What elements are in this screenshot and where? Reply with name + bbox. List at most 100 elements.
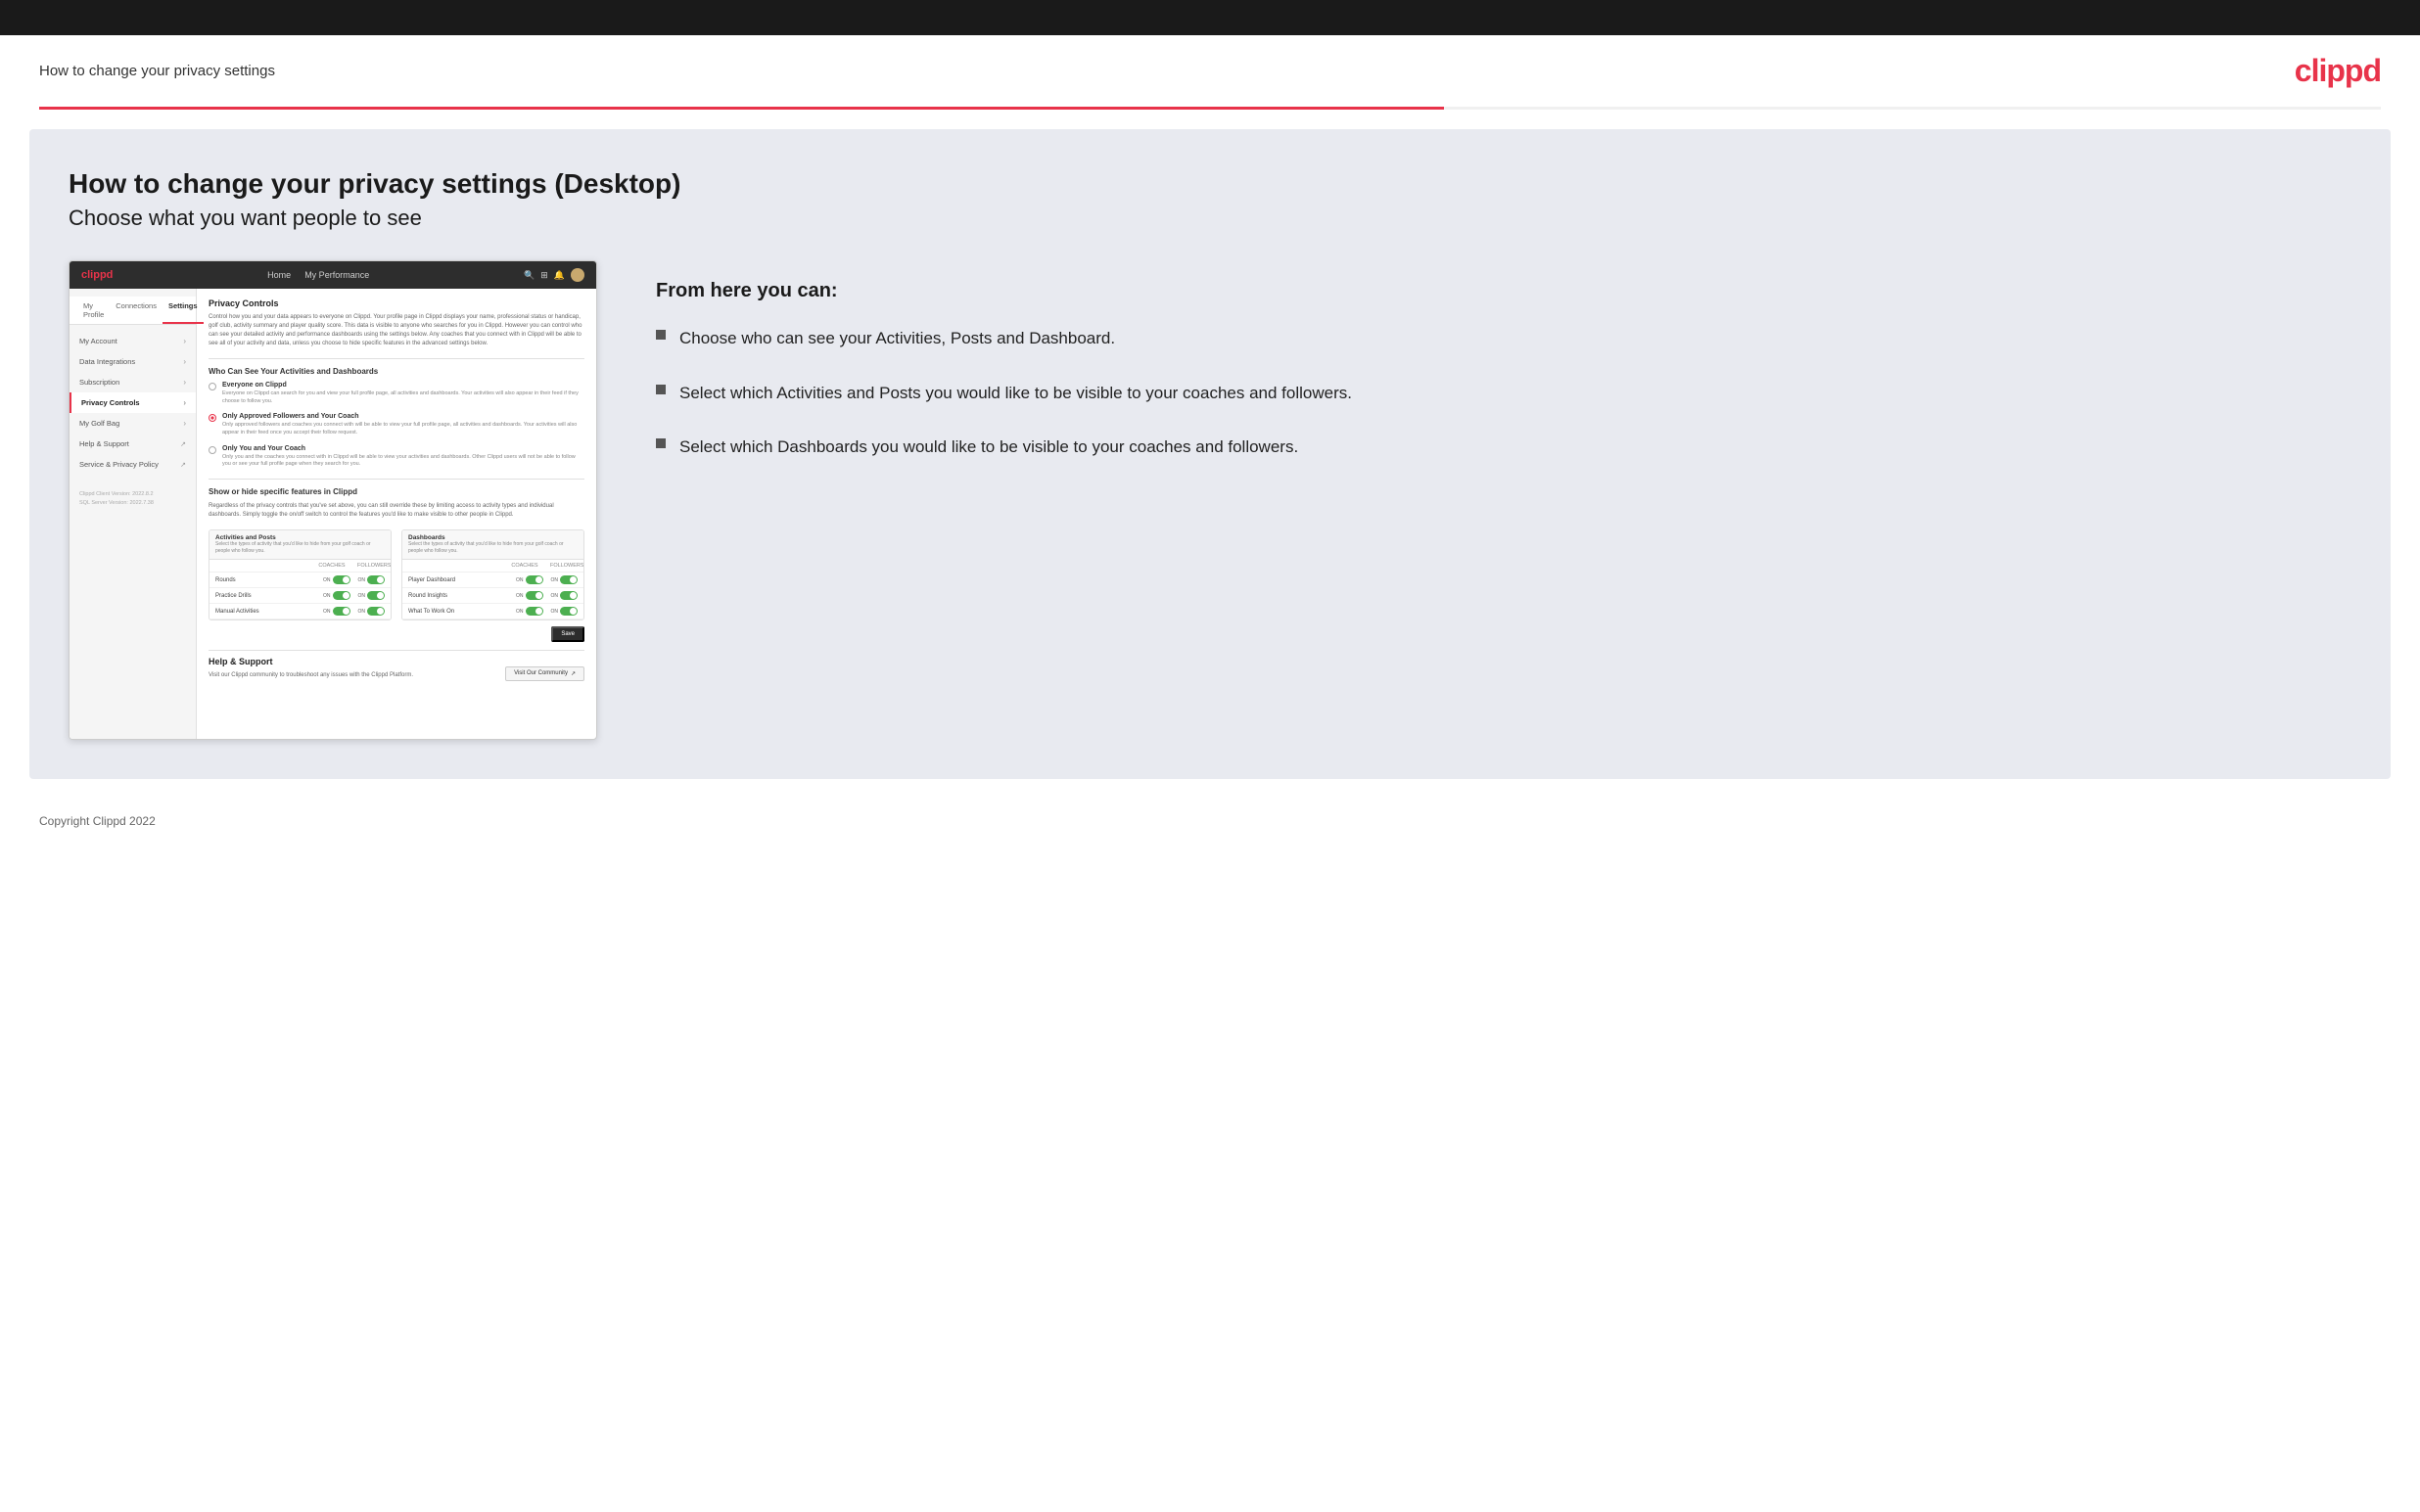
bullet-item-2: Select which Activities and Posts you wo… [656,381,2351,406]
header: How to change your privacy settings clip… [0,35,2420,107]
toggle-manual-followers[interactable] [367,607,385,616]
show-hide-title: Show or hide specific features in Clippd [209,487,584,496]
mockup-nav-icons: 🔍 ⊞ 🔔 [524,268,584,282]
bullet-item-3: Select which Dashboards you would like t… [656,435,2351,460]
dashboards-col-headers: COACHES FOLLOWERS [402,560,583,573]
mockup-logo: clippd [81,269,113,281]
mockup-sidebar: My Profile Connections Settings My Accou… [70,289,197,739]
radio-button-selected[interactable] [209,414,216,422]
mockup-main-panel: Privacy Controls Control how you and you… [197,289,596,739]
sidebar-item-privacy-controls[interactable]: Privacy Controls › [70,392,196,413]
radio-everyone[interactable]: Everyone on Clippd Everyone on Clippd ca… [209,382,584,405]
section-description: Control how you and your data appears to… [209,313,584,348]
header-title: How to change your privacy settings [39,63,275,79]
version-info: Clippd Client Version: 2022.8.2SQL Serve… [70,484,196,514]
toggle-row-manual: Manual Activities ON ON [209,604,391,619]
external-link-icon: ↗ [180,440,186,448]
bullet-square [656,330,666,340]
bullet-square [656,438,666,448]
mockup-tab-bar: My Profile Connections Settings [70,297,196,325]
visit-community-button[interactable]: Visit Our Community ↗ [505,666,584,681]
activities-table: Activities and Posts Select the types of… [209,529,392,620]
page-heading: How to change your privacy settings (Des… [69,168,2351,231]
radio-group: Everyone on Clippd Everyone on Clippd ca… [209,382,584,469]
chevron-icon: › [183,398,186,407]
toggle-row-rounds: Rounds ON ON [209,573,391,588]
app-mockup: clippd Home My Performance 🔍 ⊞ 🔔 [69,260,597,740]
mockup-nav-home[interactable]: Home [267,270,291,280]
header-divider [39,107,2381,110]
help-desc: Visit our Clippd community to troublesho… [209,671,413,680]
toggle-row-player-dashboard: Player Dashboard ON ON [402,573,583,588]
mockup-nav-performance[interactable]: My Performance [304,270,369,280]
bell-icon[interactable]: 🔔 [554,270,565,281]
toggle-manual-coaches[interactable] [333,607,350,616]
toggle-player-followers[interactable] [560,575,578,584]
who-can-see-title: Who Can See Your Activities and Dashboar… [209,367,584,376]
bullet-item-1: Choose who can see your Activities, Post… [656,326,2351,351]
right-panel: From here you can: Choose who can see yo… [636,260,2351,460]
top-bar [0,0,2420,35]
dashboards-header: Dashboards Select the types of activity … [402,530,583,560]
toggle-tables: Activities and Posts Select the types of… [209,529,584,620]
chevron-icon: › [183,357,186,366]
toggle-drills-coaches[interactable] [333,591,350,600]
sidebar-item-service-privacy[interactable]: Service & Privacy Policy ↗ [70,454,196,475]
sidebar-item-help-support[interactable]: Help & Support ↗ [70,434,196,454]
activities-col-headers: COACHES FOLLOWERS [209,560,391,573]
bullet-list: Choose who can see your Activities, Post… [656,326,2351,460]
footer: Copyright Clippd 2022 [0,799,2420,844]
grid-icon[interactable]: ⊞ [540,270,548,281]
save-row: Save [209,620,584,646]
tab-connections[interactable]: Connections [110,297,163,324]
chevron-icon: › [183,378,186,387]
activities-header: Activities and Posts Select the types of… [209,530,391,560]
toggle-work-followers[interactable] [560,607,578,616]
search-icon[interactable]: 🔍 [524,270,535,281]
external-link-icon: ↗ [571,670,576,677]
toggle-work-coaches[interactable] [526,607,543,616]
tab-my-profile[interactable]: My Profile [77,297,110,324]
chevron-icon: › [183,337,186,345]
main-content: How to change your privacy settings (Des… [29,129,2391,779]
sidebar-item-data-integrations[interactable]: Data Integrations › [70,351,196,372]
show-hide-description: Regardless of the privacy controls that … [209,502,584,520]
divider [209,358,584,359]
dashboards-table: Dashboards Select the types of activity … [401,529,584,620]
bullet-text-2: Select which Activities and Posts you wo… [679,381,1352,406]
radio-button[interactable] [209,383,216,390]
mockup-nav-links: Home My Performance [267,270,369,280]
external-link-icon: ↗ [180,461,186,469]
content-row: clippd Home My Performance 🔍 ⊞ 🔔 [69,260,2351,740]
help-title: Help & Support [209,657,413,666]
sidebar-item-subscription[interactable]: Subscription › [70,372,196,392]
radio-button[interactable] [209,446,216,454]
section-title: Privacy Controls [209,298,584,308]
chevron-icon: › [183,419,186,428]
bullet-text-3: Select which Dashboards you would like t… [679,435,1298,460]
bullet-square [656,385,666,394]
radio-approved-followers[interactable]: Only Approved Followers and Your Coach O… [209,413,584,436]
sidebar-item-my-golf-bag[interactable]: My Golf Bag › [70,413,196,434]
radio-only-you[interactable]: Only You and Your Coach Only you and the… [209,445,584,469]
save-button[interactable]: Save [551,626,584,642]
bullet-text-1: Choose who can see your Activities, Post… [679,326,1115,351]
toggle-row-what-to-work: What To Work On ON ON [402,604,583,619]
avatar[interactable] [571,268,584,282]
right-panel-heading: From here you can: [656,280,2351,302]
toggle-drills-followers[interactable] [367,591,385,600]
toggle-row-round-insights: Round Insights ON ON [402,588,583,604]
divider-2 [209,479,584,480]
copyright-text: Copyright Clippd 2022 [39,814,156,828]
toggle-player-coaches[interactable] [526,575,543,584]
toggle-rounds-coaches[interactable] [333,575,350,584]
toggle-insights-coaches[interactable] [526,591,543,600]
mockup-nav: clippd Home My Performance 🔍 ⊞ 🔔 [70,261,596,289]
toggle-rounds-followers[interactable] [367,575,385,584]
sidebar-item-my-account[interactable]: My Account › [70,331,196,351]
logo: clippd [2295,53,2381,89]
toggle-insights-followers[interactable] [560,591,578,600]
help-row: Help & Support Visit our Clippd communit… [209,650,584,696]
mockup-body: My Profile Connections Settings My Accou… [70,289,596,739]
screenshot-container: clippd Home My Performance 🔍 ⊞ 🔔 [69,260,597,740]
